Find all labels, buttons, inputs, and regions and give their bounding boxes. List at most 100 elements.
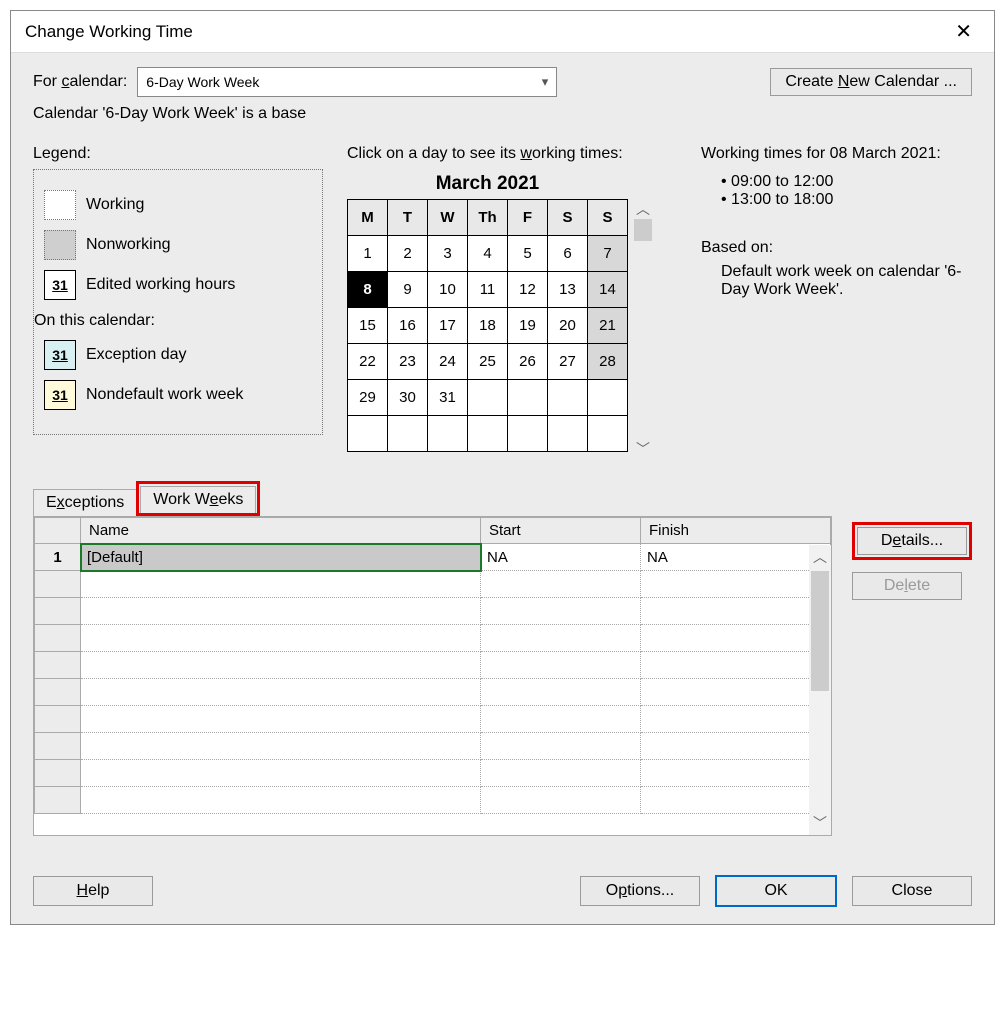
grid-cell-finish[interactable]	[641, 625, 831, 652]
grid-cell-start[interactable]: NA	[481, 544, 641, 571]
grid-cell-start[interactable]	[481, 679, 641, 706]
calendar-day-cell[interactable]: 22	[348, 344, 388, 380]
grid-rownum[interactable]	[35, 706, 81, 733]
calendar-combo[interactable]: 6-Day Work Week ▾	[137, 67, 557, 97]
grid-rownum[interactable]	[35, 652, 81, 679]
grid-cell-name[interactable]	[81, 598, 481, 625]
grid-cell-name[interactable]	[81, 625, 481, 652]
calendar-day-cell[interactable]: 29	[348, 380, 388, 416]
grid-cell-start[interactable]	[481, 706, 641, 733]
calendar-day-cell[interactable]: 9	[388, 272, 428, 308]
grid-cell-name[interactable]	[81, 787, 481, 814]
calendar-day-cell[interactable]: 28	[588, 344, 628, 380]
grid-cell-name[interactable]	[81, 571, 481, 598]
calendar-day-cell[interactable]: 8	[348, 272, 388, 308]
grid-cell-name[interactable]	[81, 733, 481, 760]
grid-rownum[interactable]	[35, 733, 81, 760]
calendar-day-cell[interactable]: 27	[548, 344, 588, 380]
grid-rownum[interactable]	[35, 679, 81, 706]
calendar-day-cell[interactable]: 13	[548, 272, 588, 308]
calendar-day-cell[interactable]: 12	[508, 272, 548, 308]
grid-cell-finish[interactable]	[641, 760, 831, 787]
grid-rownum[interactable]	[35, 571, 81, 598]
calendar-day-cell[interactable]: 30	[388, 380, 428, 416]
calendar-day-cell[interactable]: 7	[588, 236, 628, 272]
calendar-day-cell[interactable]: 26	[508, 344, 548, 380]
grid-scroll-thumb[interactable]	[811, 571, 829, 691]
calendar-day-cell[interactable]: 14	[588, 272, 628, 308]
calendar-day-cell	[348, 416, 388, 452]
calendar-day-cell[interactable]: 16	[388, 308, 428, 344]
options-button[interactable]: Options...	[580, 876, 700, 906]
grid-cell-start[interactable]	[481, 760, 641, 787]
grid-cell-finish[interactable]	[641, 679, 831, 706]
help-button[interactable]: Help	[33, 876, 153, 906]
tabs-header: Exceptions Work Weeks	[33, 481, 972, 516]
grid-cell-finish[interactable]	[641, 571, 831, 598]
grid-cell-name[interactable]	[81, 706, 481, 733]
dialog-title: Change Working Time	[25, 22, 947, 42]
calendar-day-header: M	[348, 200, 388, 236]
grid-cell-name[interactable]: [Default]	[81, 544, 481, 571]
grid-scroll-up-icon[interactable]: ︿	[813, 545, 827, 569]
grid-cell-finish[interactable]	[641, 733, 831, 760]
grid-rownum[interactable]	[35, 598, 81, 625]
calendar-grid[interactable]: MTWThFSS 1234567891011121314151617181920…	[347, 199, 628, 452]
grid-cell-start[interactable]	[481, 733, 641, 760]
close-icon[interactable]: ✕	[947, 19, 980, 44]
calendar-day-cell[interactable]: 15	[348, 308, 388, 344]
calendar-day-cell[interactable]: 3	[428, 236, 468, 272]
tab-exceptions[interactable]: Exceptions	[33, 489, 137, 516]
grid-cell-finish[interactable]	[641, 598, 831, 625]
grid-rownum[interactable]	[35, 787, 81, 814]
tab-work-weeks[interactable]: Work Weeks	[140, 486, 256, 513]
work-weeks-grid[interactable]: Name Start Finish 1[Default]NANA	[34, 517, 831, 814]
calendar-day-cell[interactable]: 1	[348, 236, 388, 272]
grid-cell-name[interactable]	[81, 760, 481, 787]
calendar-day-cell[interactable]: 6	[548, 236, 588, 272]
ok-button[interactable]: OK	[716, 876, 836, 906]
calendar-day-cell[interactable]: 18	[468, 308, 508, 344]
calendar-day-cell[interactable]: 23	[388, 344, 428, 380]
calendar-day-cell[interactable]: 20	[548, 308, 588, 344]
grid-cell-finish[interactable]: NA	[641, 544, 831, 571]
calendar-day-cell[interactable]: 25	[468, 344, 508, 380]
calendar-day-cell[interactable]: 2	[388, 236, 428, 272]
grid-cell-finish[interactable]	[641, 706, 831, 733]
grid-cell-start[interactable]	[481, 787, 641, 814]
grid-cell-finish[interactable]	[641, 652, 831, 679]
create-new-calendar-button[interactable]: Create New Calendar ...	[770, 68, 972, 96]
highlight-work-weeks-tab: Work Weeks	[136, 481, 260, 516]
calendar-day-cell[interactable]: 5	[508, 236, 548, 272]
grid-cell-start[interactable]	[481, 652, 641, 679]
grid-scrollbar[interactable]: ︿ ﹀	[809, 545, 831, 835]
close-button[interactable]: Close	[852, 876, 972, 906]
scroll-thumb[interactable]	[634, 219, 652, 241]
calendar-day-cell	[508, 380, 548, 416]
grid-cell-finish[interactable]	[641, 787, 831, 814]
grid-cell-start[interactable]	[481, 571, 641, 598]
calendar-day-cell[interactable]: 24	[428, 344, 468, 380]
calendar-day-cell[interactable]: 17	[428, 308, 468, 344]
calendar-day-cell[interactable]: 10	[428, 272, 468, 308]
calendar-day-cell[interactable]: 4	[468, 236, 508, 272]
calendar-day-cell	[428, 416, 468, 452]
calendar-day-cell[interactable]: 11	[468, 272, 508, 308]
scroll-down-icon[interactable]: ﹀	[634, 439, 652, 459]
details-button[interactable]: Details...	[857, 527, 967, 555]
calendar-day-cell[interactable]: 19	[508, 308, 548, 344]
grid-rownum[interactable]	[35, 625, 81, 652]
grid-cell-name[interactable]	[81, 652, 481, 679]
grid-scroll-down-icon[interactable]: ﹀	[813, 811, 827, 835]
grid-rownum[interactable]	[35, 760, 81, 787]
calendar-day-header: S	[548, 200, 588, 236]
grid-cell-name[interactable]	[81, 679, 481, 706]
grid-cell-start[interactable]	[481, 625, 641, 652]
grid-rownum[interactable]: 1	[35, 544, 81, 571]
grid-cell-start[interactable]	[481, 598, 641, 625]
calendar-scrollbar[interactable]: ︿ ﹀	[634, 199, 652, 459]
calendar-day-cell[interactable]: 21	[588, 308, 628, 344]
calendar-day-header: S	[588, 200, 628, 236]
calendar-day-cell[interactable]: 31	[428, 380, 468, 416]
scroll-up-icon[interactable]: ︿	[634, 199, 652, 219]
